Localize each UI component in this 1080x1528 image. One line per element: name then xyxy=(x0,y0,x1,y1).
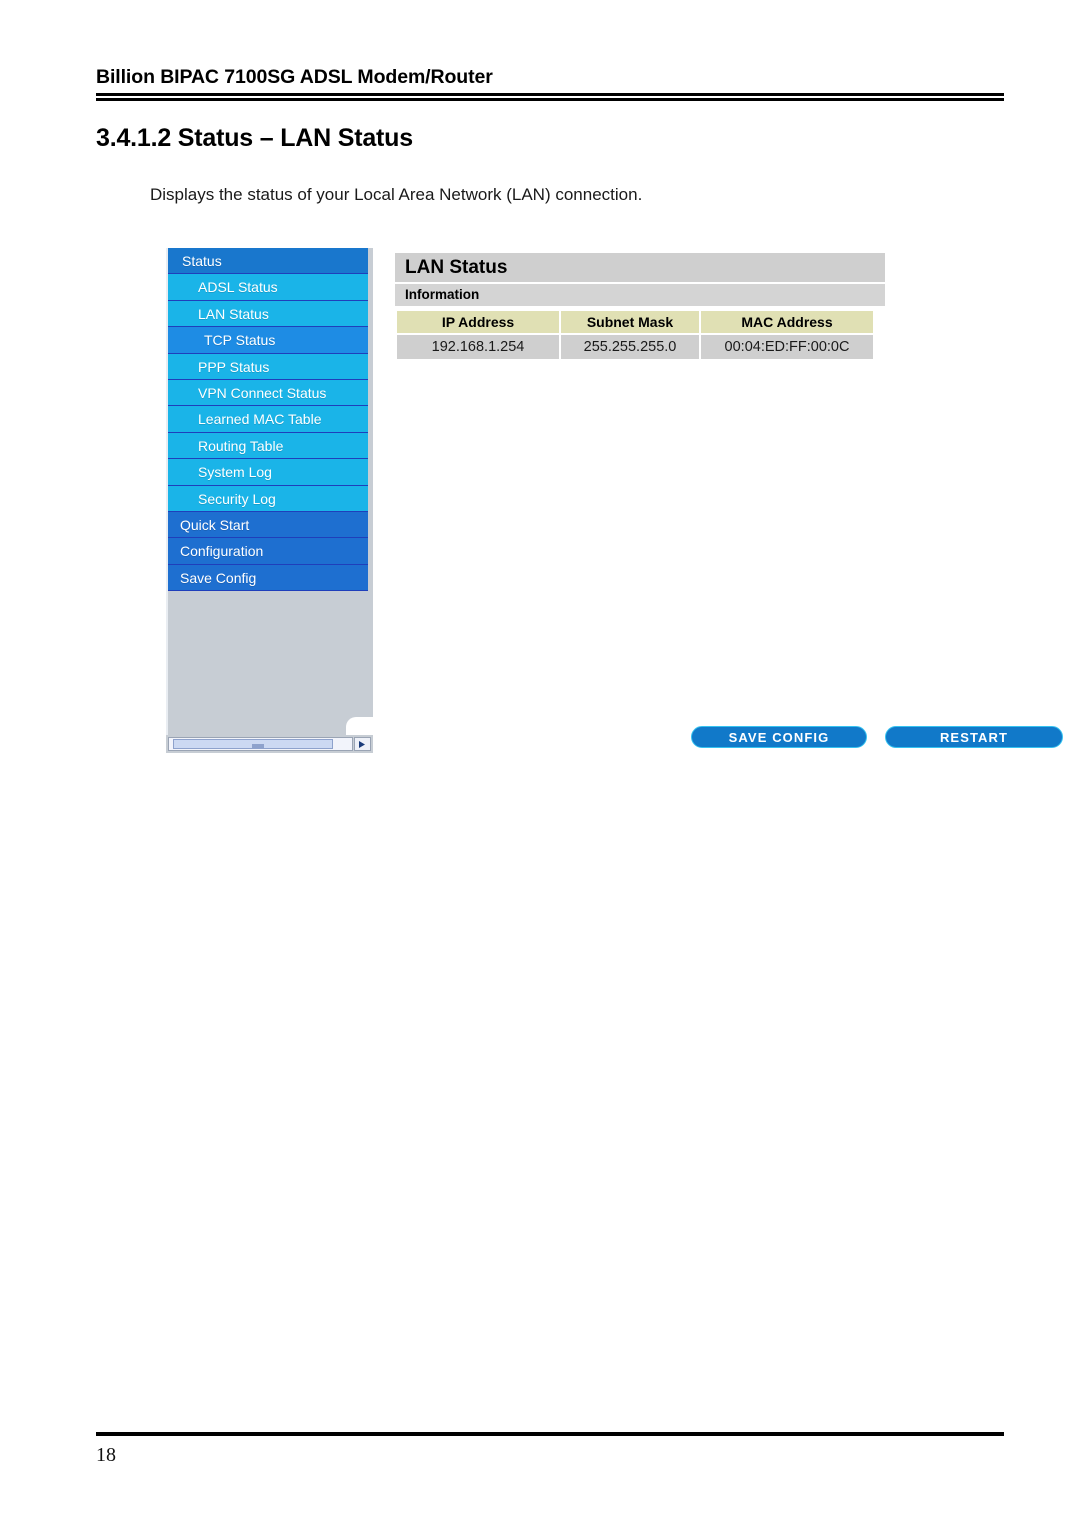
sidebar-item-label: ADSL Status xyxy=(198,279,278,296)
sidebar-item-label: PPP Status xyxy=(198,358,270,375)
cell-ip-address: 192.168.1.254 xyxy=(397,335,559,359)
sidebar-item-label: System Log xyxy=(198,464,272,481)
sidebar-item-label: LAN Status xyxy=(198,305,269,322)
sidebar-item-label: TCP Status xyxy=(204,332,276,349)
panel-action-bar: SAVE CONFIG RESTART xyxy=(683,726,1080,753)
sidebar-item-save-config[interactable]: Save Config xyxy=(168,564,368,592)
page-title: 3.4.1.2 Status – LAN Status xyxy=(96,124,413,152)
column-header-ip-address: IP Address xyxy=(397,311,559,333)
sidebar-item-label: Routing Table xyxy=(198,437,284,454)
table-row: 192.168.1.254 255.255.255.0 00:04:ED:FF:… xyxy=(397,335,873,359)
sidebar-item-configuration[interactable]: Configuration xyxy=(168,538,368,565)
footer-rule xyxy=(96,1432,1004,1436)
panel-title: LAN Status xyxy=(395,253,885,282)
router-nav-menu: Status ADSL Status LAN Status TCP Status… xyxy=(168,248,368,592)
sidebar-item-tcp-status[interactable]: TCP Status xyxy=(168,327,368,354)
sidebar-item-lan-status[interactable]: LAN Status xyxy=(168,300,368,328)
sidebar-item-label: Learned MAC Table xyxy=(198,411,322,428)
running-head: Billion BIPAC 7100SG ADSL Modem/Router xyxy=(96,66,1004,101)
document-title: Billion BIPAC 7100SG ADSL Modem/Router xyxy=(96,66,493,88)
column-header-subnet-mask: Subnet Mask xyxy=(561,311,699,333)
router-ui-screenshot: Status ADSL Status LAN Status TCP Status… xyxy=(166,248,1063,768)
cell-subnet-mask: 255.255.255.0 xyxy=(561,335,699,359)
sidebar-item-system-log[interactable]: System Log xyxy=(168,459,368,486)
sidebar-item-label: Quick Start xyxy=(180,516,250,533)
router-content-panel: LAN Status Information IP Address Subnet… xyxy=(373,248,1063,753)
sidebar-item-ppp-status[interactable]: PPP Status xyxy=(168,353,368,380)
sidebar-item-quick-start[interactable]: Quick Start xyxy=(168,511,368,539)
sidebar-item-label: Configuration xyxy=(180,543,264,560)
sidebar-item-security-log[interactable]: Security Log xyxy=(168,485,368,512)
table-header-row: IP Address Subnet Mask MAC Address xyxy=(397,311,873,333)
scrollbar-thumb[interactable] xyxy=(173,739,333,749)
horizontal-scrollbar[interactable] xyxy=(168,737,353,751)
restart-button[interactable]: RESTART xyxy=(885,726,1063,748)
sidebar-item-status[interactable]: Status xyxy=(168,248,368,275)
sidebar-item-label: Status xyxy=(182,253,222,269)
router-sidebar: Status ADSL Status LAN Status TCP Status… xyxy=(166,248,375,735)
sidebar-item-label: Save Config xyxy=(180,569,257,586)
save-config-button[interactable]: SAVE CONFIG xyxy=(691,726,867,748)
sidebar-scroll-strip xyxy=(166,735,373,753)
cell-mac-address: 00:04:ED:FF:00:0C xyxy=(701,335,873,359)
sidebar-item-label: VPN Connect Status xyxy=(198,384,327,401)
sidebar-item-adsl-status[interactable]: ADSL Status xyxy=(168,274,368,301)
sidebar-item-routing-table[interactable]: Routing Table xyxy=(168,432,368,460)
scrollbar-grip xyxy=(252,744,264,749)
sidebar-item-learned-mac-table[interactable]: Learned MAC Table xyxy=(168,406,368,433)
sidebar-item-label: Security Log xyxy=(198,490,276,507)
column-header-mac-address: MAC Address xyxy=(701,311,873,333)
section-description: Displays the status of your Local Area N… xyxy=(150,185,643,204)
header-rule xyxy=(96,93,1004,101)
lan-status-table: IP Address Subnet Mask MAC Address 192.1… xyxy=(395,309,875,361)
sidebar-corner-notch xyxy=(346,717,375,735)
scroll-right-arrow-icon[interactable] xyxy=(354,737,371,751)
panel-subtitle: Information xyxy=(395,284,885,306)
page-number: 18 xyxy=(96,1444,116,1466)
sidebar-item-vpn-connect-status[interactable]: VPN Connect Status xyxy=(168,379,368,407)
